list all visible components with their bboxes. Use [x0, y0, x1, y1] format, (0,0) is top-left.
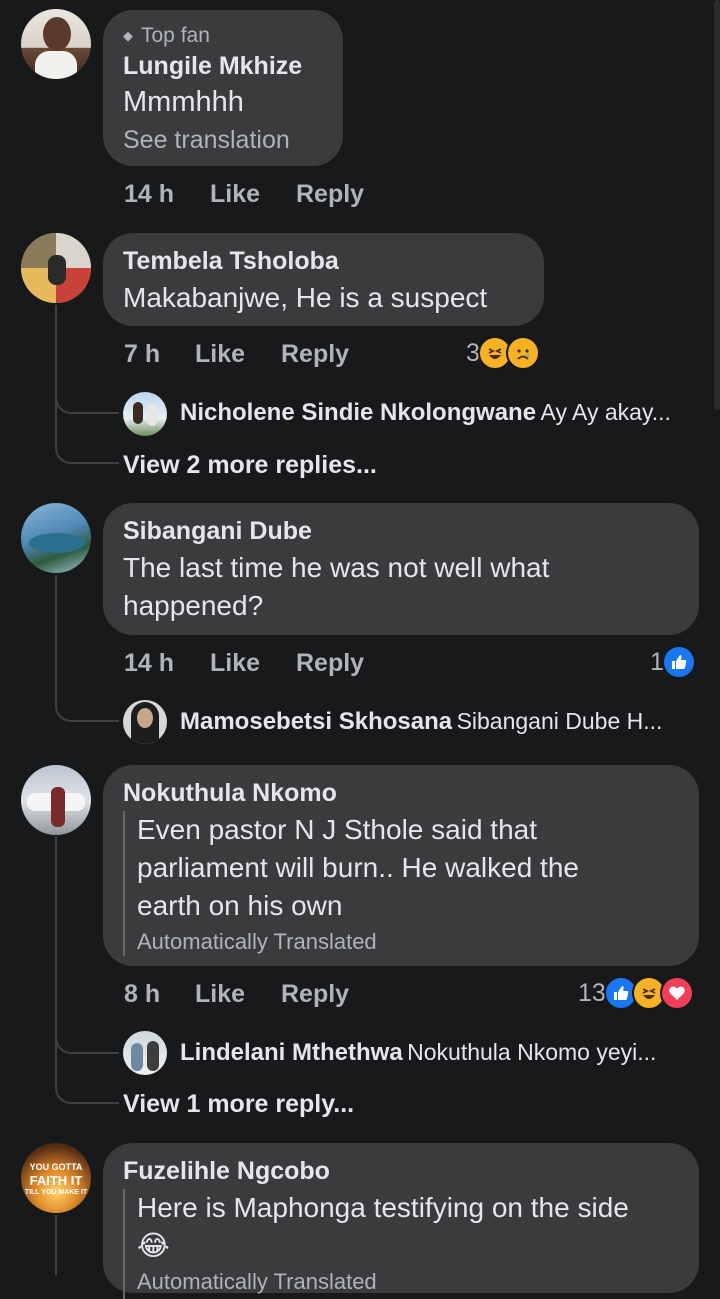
like-button[interactable]: Like: [195, 340, 245, 369]
commenter-name[interactable]: Fuzelihle Ngcobo: [123, 1157, 330, 1186]
thread-connector: [55, 1000, 119, 1054]
avatar-figure: [48, 255, 66, 285]
avatar-figure: [147, 404, 157, 426]
thread-connector: [55, 1052, 119, 1104]
avatar-caption: YOU GOTTA: [29, 1162, 83, 1172]
diamond-icon: ◆: [123, 28, 133, 43]
comment-time: 14 h: [124, 649, 175, 677]
avatar[interactable]: [21, 765, 91, 835]
comment-text-line: Even pastor N J Sthole said that: [137, 814, 537, 845]
comment-bubble[interactable]: Nokuthula Nkomo Even pastor N J Sthole s…: [103, 765, 699, 966]
translated-quote: Here is Maphonga testifying on the side …: [123, 1189, 629, 1299]
comment-bubble[interactable]: ◆ Top fan Lungile Mkhize Mmmhhh See tran…: [103, 10, 343, 166]
commenter-name[interactable]: Lungile Mkhize: [123, 52, 302, 81]
reply-avatar[interactable]: [123, 700, 167, 744]
avatar-caption: TILL YOU MAKE IT: [24, 1189, 88, 1196]
avatar-lake: [29, 533, 85, 553]
comment-time: 14 h: [124, 180, 175, 208]
comment-text-line: The last time he was not well what: [123, 552, 550, 583]
avatar[interactable]: [21, 503, 91, 573]
reply-author: Nicholene Sindie Nkolongwane: [180, 399, 537, 426]
like-icon: [661, 645, 696, 679]
reply-button[interactable]: Reply: [296, 180, 364, 209]
comment-bubble[interactable]: Fuzelihle Ngcobo Here is Maphonga testif…: [103, 1143, 699, 1299]
reply-button[interactable]: Reply: [281, 340, 349, 369]
comment-text-line: happened?: [123, 590, 264, 621]
see-translation-link[interactable]: See translation: [123, 126, 290, 155]
commenter-name[interactable]: Nokuthula Nkomo: [123, 779, 337, 808]
avatar-clothing: [35, 51, 77, 79]
reply-button[interactable]: Reply: [281, 980, 349, 1009]
reaction-count: 13: [578, 978, 606, 1007]
comment-text-line: Here is Maphonga testifying on the side: [137, 1192, 629, 1223]
reply-preview[interactable]: Lindelani Mthethwa Nokuthula Nkomo yeyi.…: [180, 1039, 656, 1067]
avatar-figure: [51, 787, 65, 827]
comment-time: 7 h: [124, 340, 161, 368]
commenter-name[interactable]: Sibangani Dube: [123, 517, 312, 546]
thread-line: [55, 575, 57, 682]
avatar[interactable]: [21, 9, 91, 79]
comment-emoji: 😂: [137, 1230, 170, 1261]
love-icon: [659, 976, 694, 1010]
view-more-replies-link[interactable]: View 2 more replies...: [123, 451, 377, 480]
avatar[interactable]: YOU GOTTA FAITH IT TILL YOU MAKE IT: [21, 1143, 91, 1213]
translated-quote: Even pastor N J Sthole said that parliam…: [123, 811, 579, 956]
comment-bubble[interactable]: Tembela Tsholoba Makabanjwe, He is a sus…: [103, 233, 544, 326]
comment-time: 8 h: [124, 980, 161, 1008]
reply-snippet: Nokuthula Nkomo yeyi...: [407, 1039, 657, 1065]
view-more-replies-link[interactable]: View 1 more reply...: [123, 1090, 354, 1119]
avatar-figure: [131, 1043, 143, 1071]
reaction-summary[interactable]: 13: [578, 976, 694, 1010]
avatar-face: [43, 17, 71, 51]
sad-icon: [505, 336, 540, 370]
reply-button[interactable]: Reply: [296, 649, 364, 678]
reply-snippet: Ay Ay akay...: [540, 399, 671, 425]
avatar-figure: [133, 402, 143, 424]
like-button[interactable]: Like: [195, 980, 245, 1009]
scrollbar[interactable]: [714, 0, 720, 410]
avatar[interactable]: [21, 233, 91, 303]
auto-translated-label[interactable]: Automatically Translated: [137, 1269, 629, 1295]
reply-avatar[interactable]: [123, 392, 167, 436]
comment-bubble[interactable]: Sibangani Dube The last time he was not …: [103, 503, 699, 635]
thread-connector: [55, 360, 119, 414]
comment-text-line: earth on his own: [137, 890, 343, 921]
avatar-face: [137, 708, 153, 728]
comment-text: Makabanjwe, He is a suspect: [123, 282, 488, 313]
comment-text: Mmmhhh: [123, 86, 244, 118]
thread-connector: [55, 670, 119, 722]
reply-preview[interactable]: Mamosebetsi Skhosana Sibangani Dube H...: [180, 708, 662, 736]
avatar-figure: [147, 1041, 159, 1071]
avatar-caption: FAITH IT: [29, 1173, 83, 1188]
thread-line: [55, 1215, 57, 1275]
comment-text-line: parliament will burn.. He walked the: [137, 852, 579, 883]
reaction-summary[interactable]: 3: [466, 336, 540, 370]
like-button[interactable]: Like: [210, 180, 260, 209]
reply-avatar[interactable]: [123, 1031, 167, 1075]
like-button[interactable]: Like: [210, 649, 260, 678]
top-fan-badge: ◆ Top fan: [123, 24, 210, 47]
thread-connector: [55, 412, 119, 464]
auto-translated-label[interactable]: Automatically Translated: [137, 929, 579, 955]
reply-author: Mamosebetsi Skhosana: [180, 708, 453, 735]
commenter-name[interactable]: Tembela Tsholoba: [123, 247, 339, 276]
reply-snippet: Sibangani Dube H...: [456, 708, 663, 734]
reply-preview[interactable]: Nicholene Sindie Nkolongwane Ay Ay akay.…: [180, 399, 671, 427]
reaction-summary[interactable]: 1: [650, 645, 696, 679]
reply-author: Lindelani Mthethwa: [180, 1039, 403, 1066]
